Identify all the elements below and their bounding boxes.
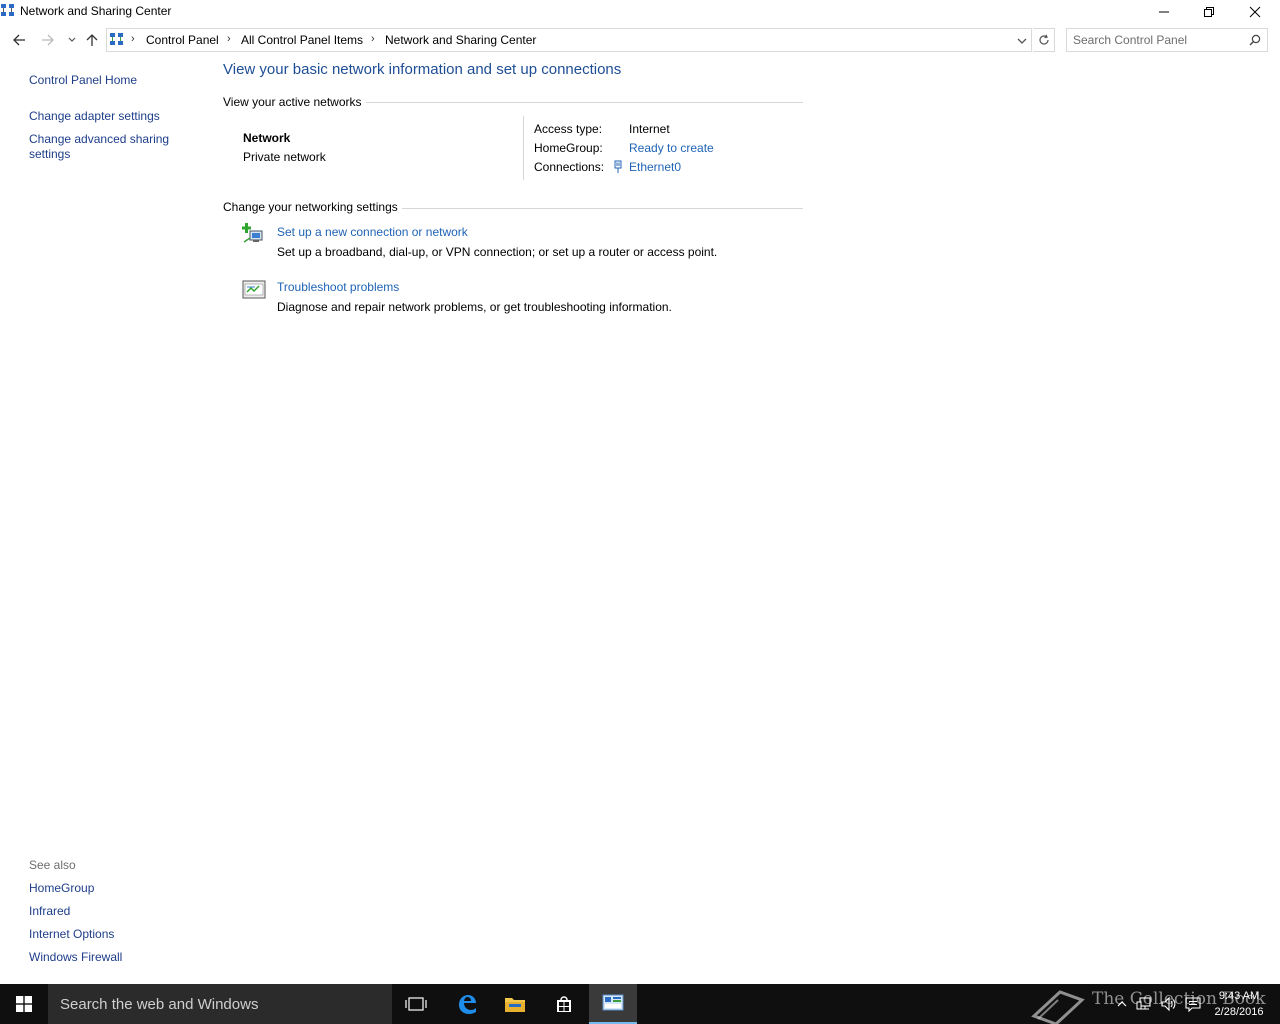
task-view-icon [405, 997, 427, 1011]
see-also-internet-options-link[interactable]: Internet Options [29, 927, 114, 941]
taskbar-clock[interactable]: 9:43 AM 2/28/2016 [1206, 988, 1272, 1020]
taskbar: Search the web and Windows The Collectio… [0, 984, 1280, 1024]
troubleshoot-problems-description: Diagnose and repair network problems, or… [277, 300, 672, 314]
address-dropdown-icon[interactable] [1015, 34, 1029, 48]
homegroup-label: HomeGroup: [534, 141, 603, 155]
folder-icon [505, 998, 525, 1012]
control-panel-taskbar-button[interactable] [589, 984, 637, 1024]
change-adapter-settings-link[interactable]: Change adapter settings [29, 109, 160, 123]
search-icon[interactable] [1249, 34, 1261, 46]
show-hidden-icons-button[interactable] [1112, 994, 1132, 1014]
breadcrumb-separator-icon[interactable]: › [227, 33, 231, 45]
see-also-infrared-link[interactable]: Infrared [29, 904, 70, 918]
close-icon [1249, 6, 1261, 18]
troubleshoot-problems-link[interactable]: Troubleshoot problems [277, 280, 399, 294]
search-input[interactable] [1073, 32, 1243, 48]
book-watermark-icon [1031, 990, 1085, 1024]
breadcrumb-separator-icon[interactable]: › [371, 33, 375, 45]
ethernet-connection-link[interactable]: Ethernet0 [629, 160, 681, 174]
window-title: Network and Sharing Center [20, 4, 172, 18]
control-panel-home-link[interactable]: Control Panel Home [29, 73, 137, 87]
refresh-icon [1038, 34, 1049, 45]
back-button[interactable] [9, 30, 29, 50]
network-center-icon [1, 4, 14, 16]
forward-button[interactable] [38, 30, 58, 50]
restore-icon [1204, 7, 1214, 17]
see-also-homegroup-link[interactable]: HomeGroup [29, 881, 94, 895]
action-center-icon [1185, 997, 1201, 1012]
breadcrumb-network-center[interactable]: Network and Sharing Center [385, 33, 536, 47]
connections-label: Connections: [534, 160, 605, 174]
minimize-button[interactable] [1141, 0, 1187, 24]
access-type-value: Internet [629, 122, 670, 136]
breadcrumb-control-panel[interactable]: Control Panel [146, 33, 219, 47]
restore-button[interactable] [1186, 0, 1232, 24]
section-divider [366, 102, 803, 103]
clock-date: 2/28/2016 [1214, 1006, 1264, 1018]
breadcrumb-separator-icon[interactable]: › [131, 33, 135, 45]
change-settings-heading: Change your networking settings [223, 200, 398, 214]
address-bar[interactable]: › Control Panel › All Control Panel Item… [106, 28, 1032, 52]
store-icon [557, 996, 571, 1012]
control-panel-icon [110, 33, 123, 45]
edge-taskbar-button[interactable] [443, 984, 491, 1024]
edge-icon [459, 995, 476, 1014]
action-center-button[interactable] [1183, 994, 1203, 1014]
ethernet-icon [614, 160, 622, 173]
volume-icon [1161, 996, 1176, 1012]
close-button[interactable] [1232, 0, 1278, 24]
network-type: Private network [243, 150, 326, 164]
file-explorer-taskbar-button[interactable] [491, 984, 539, 1024]
change-advanced-sharing-link[interactable]: Change advanced sharing [29, 132, 169, 146]
network-divider [523, 116, 524, 180]
cortana-search-text: Search the web and Windows [60, 996, 259, 1013]
back-arrow-icon [13, 34, 25, 46]
refresh-button[interactable] [1033, 28, 1055, 52]
network-name: Network [243, 131, 291, 145]
breadcrumb-all-items[interactable]: All Control Panel Items [241, 33, 363, 47]
volume-tray-button[interactable] [1158, 994, 1178, 1014]
network-tray-button[interactable] [1134, 994, 1154, 1014]
setup-new-connection-link[interactable]: Set up a new connection or network [277, 225, 468, 239]
see-also-windows-firewall-link[interactable]: Windows Firewall [29, 950, 122, 964]
title-bar: Network and Sharing Center [0, 0, 1280, 24]
section-divider [402, 208, 803, 209]
access-type-label: Access type: [534, 122, 603, 136]
chevron-down-icon [68, 37, 76, 42]
up-arrow-icon [86, 34, 98, 46]
active-networks-heading: View your active networks [223, 95, 362, 109]
setup-new-connection-description: Set up a broadband, dial-up, or VPN conn… [277, 245, 718, 259]
control-panel-taskbar-icon [602, 994, 624, 1011]
clock-time: 9:43 AM [1218, 990, 1260, 1002]
troubleshoot-icon [242, 280, 266, 299]
navigation-bar: › Control Panel › All Control Panel Item… [0, 27, 1280, 53]
chevron-up-icon [1117, 1001, 1127, 1007]
start-button[interactable] [0, 984, 48, 1024]
forward-arrow-icon [42, 34, 54, 46]
see-also-heading: See also [29, 858, 76, 872]
minimize-icon [1159, 11, 1169, 13]
cortana-search-box[interactable]: Search the web and Windows [48, 984, 392, 1024]
homegroup-ready-link[interactable]: Ready to create [629, 141, 714, 155]
windows-logo-icon [16, 996, 32, 1012]
change-advanced-sharing-link-line2[interactable]: settings [29, 147, 70, 161]
recent-locations-button[interactable] [62, 30, 82, 50]
up-button[interactable] [82, 30, 102, 50]
new-connection-icon [242, 223, 263, 243]
task-view-button[interactable] [392, 984, 440, 1024]
page-title: View your basic network information and … [223, 61, 622, 78]
search-box[interactable] [1066, 28, 1268, 52]
network-tray-icon [1136, 997, 1151, 1010]
store-taskbar-button[interactable] [540, 984, 588, 1024]
